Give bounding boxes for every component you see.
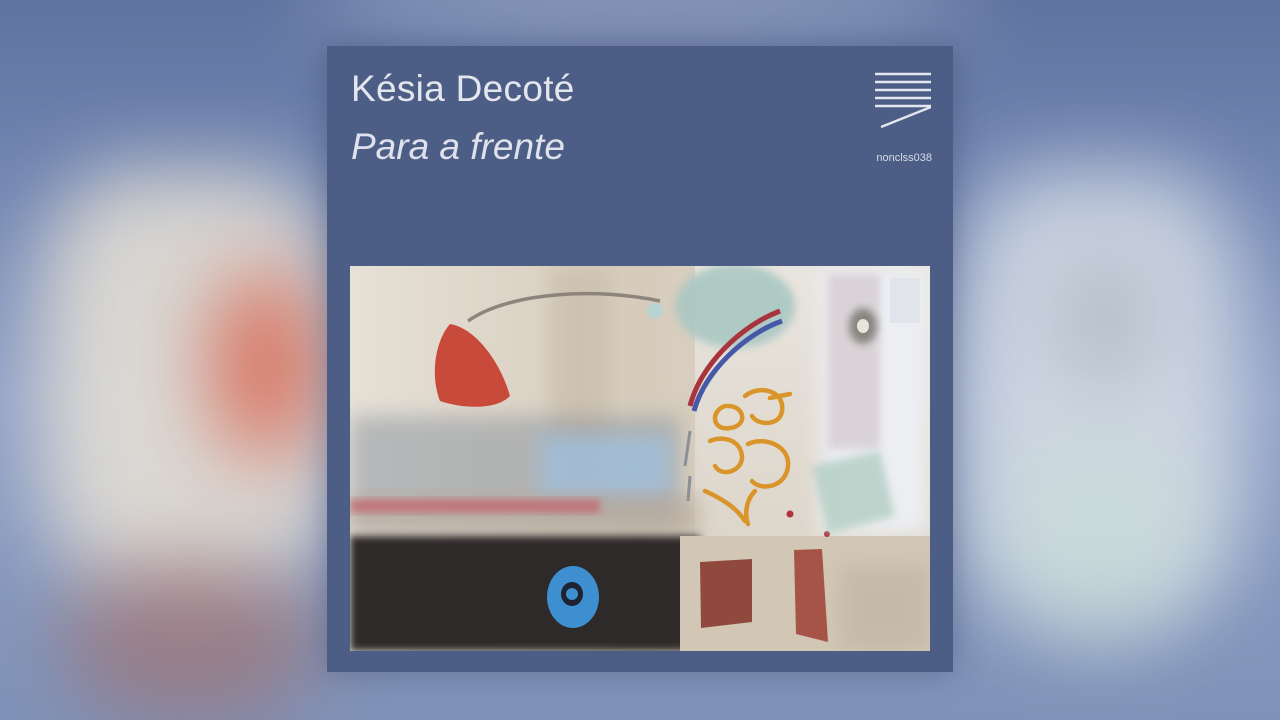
video-frame: Késia Decoté Para a frente nonclss038 xyxy=(0,0,1280,720)
album-cover: Késia Decoté Para a frente nonclss038 xyxy=(327,46,953,672)
background-blur-shape xyxy=(210,270,320,460)
label-stripes-logo-icon xyxy=(875,72,931,129)
background-blur-shape xyxy=(300,0,980,50)
album-title: Para a frente xyxy=(351,126,565,167)
background-blur-shape xyxy=(60,560,320,720)
catalog-number: nonclss038 xyxy=(876,152,932,164)
artist-name: Késia Decoté xyxy=(351,68,575,109)
cover-artwork xyxy=(350,266,930,651)
background-blur-shape xyxy=(1000,430,1200,650)
background-blur-shape xyxy=(1060,250,1150,390)
abstract-painting xyxy=(350,266,930,651)
